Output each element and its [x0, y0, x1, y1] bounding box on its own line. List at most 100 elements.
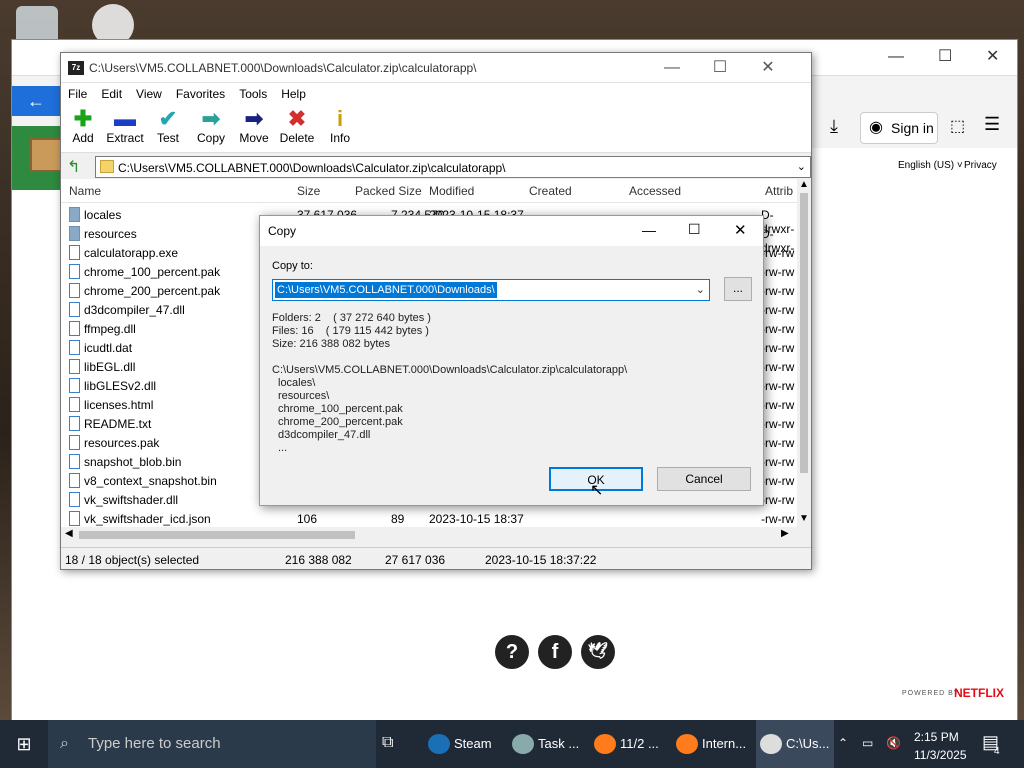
move-button[interactable]: ➡ Move [232, 107, 276, 151]
taskbar-search[interactable]: ⌕ Type here to search [48, 720, 376, 768]
menu-help[interactable]: Help [274, 83, 313, 105]
help-icon[interactable]: ? [495, 635, 529, 669]
file-icon [69, 416, 80, 431]
scroll-down-icon[interactable]: ▼ [799, 513, 809, 524]
file-attrib: -rw-rw [761, 246, 795, 260]
browser-close-icon[interactable]: ✕ [986, 46, 999, 66]
browser-minimize-icon[interactable]: — [888, 48, 904, 66]
file-name: snapshot_blob.bin [84, 455, 182, 469]
browser-maximize-icon[interactable]: ☐ [938, 46, 952, 66]
file-name: locales [84, 208, 122, 222]
file-icon [69, 359, 80, 374]
copy-arrow-icon: ➡ [201, 106, 221, 131]
taskbar-app-3[interactable]: Intern... [672, 720, 750, 768]
destination-combo[interactable]: C:\Users\VM5.COLLABNET.000\Downloads\ ⌄ [272, 279, 710, 301]
col-size[interactable]: Size [297, 184, 320, 198]
clock-date[interactable]: 11/3/2025 [914, 748, 967, 762]
steam-icon [428, 734, 450, 754]
close-button[interactable]: ✕ [745, 53, 791, 83]
scroll-right-icon[interactable]: ▶ [781, 528, 789, 539]
file-icon [69, 245, 80, 260]
file-icon [69, 264, 80, 279]
test-button[interactable]: ✔ Test [146, 107, 190, 151]
menu-icon[interactable]: ☰ [984, 114, 1000, 135]
col-packed-size[interactable]: Packed Size [355, 184, 422, 198]
menu-edit[interactable]: Edit [94, 83, 129, 105]
menu-favorites[interactable]: Favorites [169, 83, 232, 105]
file-name: vk_swiftshader.dll [84, 493, 179, 507]
scroll-left-icon[interactable]: ◀ [65, 528, 73, 539]
twitter-icon[interactable]: 🕊 [581, 635, 615, 669]
file-name: resources [84, 227, 137, 241]
task-view-icon[interactable]: ⧉ [382, 734, 393, 752]
scroll-up-icon[interactable]: ▲ [799, 179, 809, 190]
address-dropdown-icon[interactable]: ⌄ [797, 160, 806, 173]
col-name[interactable]: Name [69, 184, 101, 198]
hscroll-thumb[interactable] [79, 531, 355, 539]
menu-bar: File Edit View Favorites Tools Help [61, 83, 811, 105]
up-folder-icon[interactable]: ↰ [67, 157, 80, 177]
7zip-icon [760, 734, 782, 754]
dialog-close-icon[interactable]: ✕ [734, 221, 747, 239]
vertical-scrollbar[interactable]: ▲ ▼ [797, 179, 811, 524]
taskbar-app-0[interactable]: Steam [424, 720, 502, 768]
volume-muted-icon[interactable]: 🔇 [886, 736, 901, 750]
download-icon[interactable]: ⤓ [830, 116, 838, 137]
col-attrib[interactable]: Attrib [765, 184, 793, 198]
signin-button[interactable]: ◉ Sign in [860, 112, 938, 144]
col-accessed[interactable]: Accessed [629, 184, 681, 198]
file-attrib: -rw-rw [761, 284, 795, 298]
browse-button[interactable]: ... [724, 277, 752, 301]
file-name: calculatorapp.exe [84, 246, 179, 260]
add-button[interactable]: ✚ Add [61, 107, 105, 151]
7zip-app-icon: 7z [68, 61, 84, 75]
file-icon [69, 454, 80, 469]
checkmark-icon: ✔ [158, 106, 178, 131]
network-icon[interactable]: ▭ [862, 736, 873, 750]
scroll-thumb[interactable] [800, 193, 808, 473]
file-attrib: -rw-rw [761, 303, 795, 317]
file-icon [69, 321, 80, 336]
cancel-button[interactable]: Cancel [657, 467, 751, 491]
file-attrib: -rw-rw [761, 398, 795, 412]
taskbar-app-1[interactable]: Task ... [508, 720, 586, 768]
menu-view[interactable]: View [129, 83, 169, 105]
show-hidden-icons[interactable]: ⌃ [838, 736, 848, 750]
address-bar[interactable]: C:\Users\VM5.COLLABNET.000\Downloads\Cal… [95, 156, 811, 178]
delete-button[interactable]: ✖ Delete [275, 107, 319, 151]
file-name: d3dcompiler_47.dll [84, 303, 185, 317]
minimize-button[interactable]: — [649, 53, 695, 83]
start-button[interactable]: ⊞ [0, 720, 48, 768]
maximize-button[interactable]: ☐ [697, 53, 743, 83]
dialog-maximize-icon[interactable]: ☐ [688, 221, 701, 238]
col-modified[interactable]: Modified [429, 184, 474, 198]
item-list-4: d3dcompiler_47.dll [278, 429, 371, 441]
extract-button[interactable]: ▬ Extract [103, 107, 147, 151]
language-select[interactable]: English (US) ˅ [898, 160, 963, 171]
taskbar-app-4[interactable]: C:\Us... [756, 720, 834, 768]
copy-dialog: Copy — ☐ ✕ Copy to: C:\Users\VM5.COLLABN… [259, 215, 764, 506]
privacy-link[interactable]: Privacy [964, 160, 997, 171]
table-row[interactable]: vk_swiftshader_icd.json 106 89 2023-10-15 1… [61, 509, 797, 528]
file-name: README.txt [84, 417, 152, 431]
powered-by-label: POWERED BY [902, 690, 960, 697]
horizontal-scrollbar[interactable]: ◀ ▶ [61, 527, 797, 543]
dialog-minimize-icon[interactable]: — [642, 222, 656, 238]
destination-path[interactable]: C:\Users\VM5.COLLABNET.000\Downloads\ [275, 282, 497, 298]
taskbar-app-2[interactable]: 11/2 ... [590, 720, 668, 768]
add-label: Add [72, 131, 94, 145]
chevron-down-icon[interactable]: ⌄ [696, 283, 705, 296]
back-button[interactable]: ← [12, 86, 60, 116]
delete-x-icon: ✖ [287, 106, 307, 131]
delete-label: Delete [279, 131, 315, 145]
facebook-icon[interactable]: f [538, 635, 572, 669]
menu-file[interactable]: File [61, 83, 94, 105]
info-button[interactable]: i Info [318, 107, 362, 151]
notification-count: 4 [994, 746, 1000, 757]
col-created[interactable]: Created [529, 184, 572, 198]
extensions-icon[interactable]: ⬚ [950, 116, 965, 136]
copy-button[interactable]: ➡ Copy [189, 107, 233, 151]
clock-time[interactable]: 2:15 PM [914, 730, 959, 744]
menu-tools[interactable]: Tools [232, 83, 274, 105]
info-icon: i [336, 106, 344, 131]
